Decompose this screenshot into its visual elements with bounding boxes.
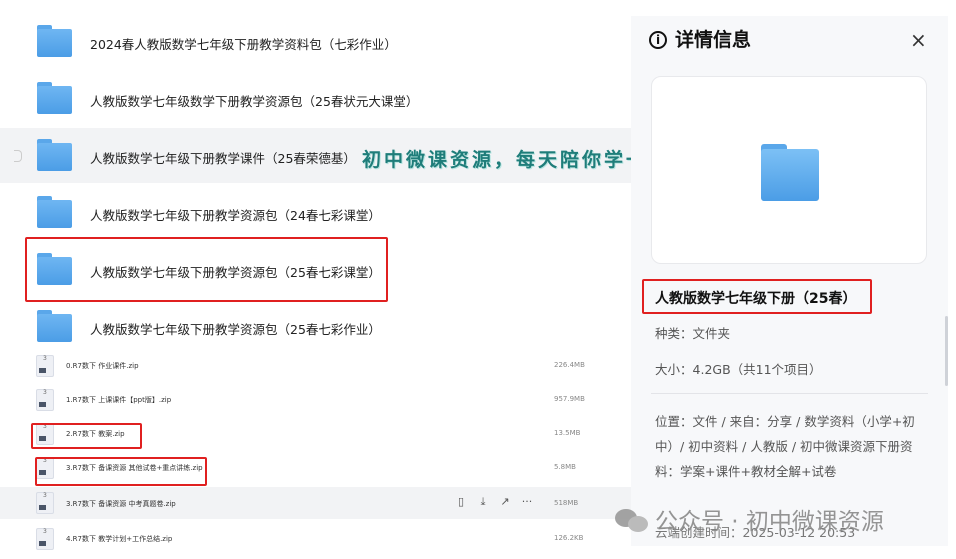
folder-icon <box>37 196 72 228</box>
folder-name: 人教版数学七年级下册教学课件（25春荣德基） <box>90 151 356 166</box>
folder-name: 人教版数学七年级下册教学资源包（25春七彩课堂） <box>90 265 381 280</box>
scrollbar[interactable] <box>945 316 948 386</box>
file-size: 957.9MB <box>554 395 585 403</box>
zip-file-icon: 3 <box>36 457 54 479</box>
panel-title: i 详情信息 <box>649 25 751 52</box>
more-icon[interactable]: ··· <box>516 495 538 508</box>
folder-name: 人教版数学七年级下册教学资源包（24春七彩课堂） <box>90 208 381 223</box>
file-row[interactable]: 3 3.R7数下 备课资源 其他试卷+重点讲练.zip 5.8MB <box>0 454 631 482</box>
folder-name: 2024春人教版数学七年级下册教学资料包（七彩作业） <box>90 37 397 52</box>
file-size: 13.5MB <box>554 429 581 437</box>
folder-name: 人教版数学七年级下册教学资源包（25春七彩作业） <box>90 322 381 337</box>
file-name: 4.R7数下 教学计划+工作总结.zip <box>66 535 173 543</box>
location-field: 位置：文件 / 来自：分享 / 数学资料（小学+初中）/ 初中资料 / 人教版 … <box>655 414 915 479</box>
share-icon[interactable]: ↗ <box>494 495 516 508</box>
folder-row[interactable]: 人教版数学七年级下册教学资源包（24春七彩课堂） <box>0 188 631 238</box>
file-row[interactable]: 3 4.R7数下 教学计划+工作总结.zip 126.2KB <box>0 524 631 554</box>
panel-title-text: 详情信息 <box>675 29 752 51</box>
file-row[interactable]: 3 2.R7数下 教案.zip 13.5MB <box>0 420 631 448</box>
file-name: 1.R7数下 上课课件【ppt版】.zip <box>66 396 172 404</box>
detail-panel: i 详情信息 × 人教版数学七年级下册（25春） 种类：文件夹 大小：4.2GB（… <box>631 16 948 546</box>
zip-file-icon: 3 <box>36 355 54 377</box>
folder-row[interactable]: 人教版数学七年级下册教学资源包（25春七彩作业） <box>0 302 631 352</box>
folder-row[interactable]: 人教版数学七年级数学下册教学资源包（25春状元大课堂） <box>0 74 631 124</box>
file-name: 3.R7数下 备课资源 其他试卷+重点讲练.zip <box>66 464 203 472</box>
wechat-icon <box>615 507 649 533</box>
zip-file-icon: 3 <box>36 492 54 514</box>
detail-folder-name: 人教版数学七年级下册（25春） <box>655 291 857 307</box>
folder-preview <box>651 76 927 264</box>
type-field: 种类：文件夹 <box>655 326 731 341</box>
download-icon[interactable]: ⤓ <box>472 495 494 509</box>
file-size: 518MB <box>554 499 579 507</box>
zip-file-icon: 3 <box>36 528 54 550</box>
watermark: 公众号 · 初中微课资源 <box>615 502 884 536</box>
zip-file-icon: 3 <box>36 389 54 411</box>
file-name: 0.R7数下 作业课件.zip <box>66 362 139 370</box>
folder-icon <box>37 310 72 342</box>
file-size: 226.4MB <box>554 361 585 369</box>
zip-file-icon: 3 <box>36 423 54 445</box>
size-field: 大小：4.2GB（共11个项目） <box>655 362 822 377</box>
close-icon[interactable]: × <box>910 28 927 52</box>
file-size: 126.2KB <box>554 534 584 542</box>
file-row[interactable]: 3 1.R7数下 上课课件【ppt版】.zip 957.9MB <box>0 386 631 414</box>
file-row[interactable]: 3 0.R7数下 作业课件.zip 226.4MB <box>0 352 631 380</box>
file-name: 2.R7数下 教案.zip <box>66 430 125 438</box>
folder-icon <box>37 139 72 171</box>
file-list: 2024春人教版数学七年级下册教学资料包（七彩作业） 人教版数学七年级数学下册教… <box>0 0 631 559</box>
info-icon: i <box>649 31 667 49</box>
collapse-handle[interactable] <box>14 150 22 162</box>
file-row[interactable]: 3 3.R7数下 备课资源 中考真题卷.zip ▯ ⤓ ↗ ··· 518MB <box>0 487 631 519</box>
file-size: 5.8MB <box>554 463 576 471</box>
copy-icon[interactable]: ▯ <box>450 495 472 508</box>
folder-row[interactable]: 人教版数学七年级下册教学资源包（25春七彩课堂） <box>0 245 631 295</box>
file-name: 3.R7数下 备课资源 中考真题卷.zip <box>66 500 176 508</box>
divider <box>651 393 928 394</box>
folder-name: 人教版数学七年级数学下册教学资源包（25春状元大课堂） <box>90 94 419 109</box>
row-actions: ▯ ⤓ ↗ ··· <box>450 495 538 509</box>
folder-icon <box>37 253 72 285</box>
folder-icon <box>37 25 72 57</box>
folder-icon <box>37 82 72 114</box>
folder-row[interactable]: 2024春人教版数学七年级下册教学资料包（七彩作业） <box>0 17 631 67</box>
